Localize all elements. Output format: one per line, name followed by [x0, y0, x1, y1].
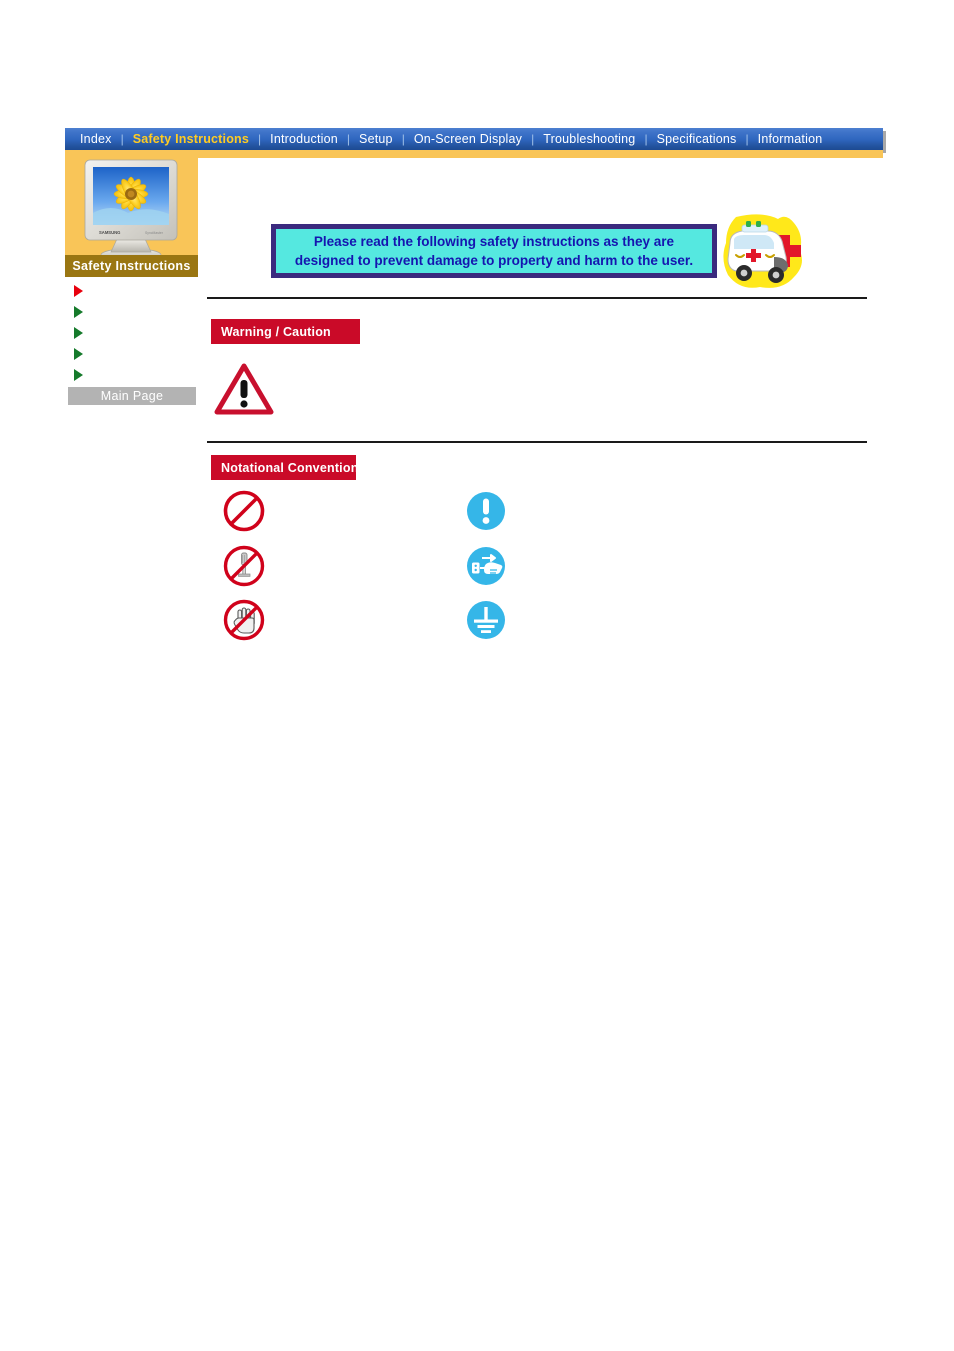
warning-caution-label: Warning / Caution [221, 324, 331, 339]
nav-item-safety-instructions[interactable]: Safety Instructions [124, 128, 258, 150]
main-page-button[interactable]: Main Page [68, 387, 196, 405]
triangle-bullet-icon [74, 327, 83, 339]
sidebar-link-1[interactable] [71, 281, 196, 301]
navigation-bar: Index | Safety Instructions | Introducti… [65, 128, 883, 150]
svg-text:SAMSUNG: SAMSUNG [99, 230, 120, 235]
triangle-bullet-icon [74, 306, 83, 318]
triangle-bullet-icon [74, 285, 83, 297]
do-not-touch-icon [223, 599, 265, 641]
svg-text:SyncMaster: SyncMaster [145, 231, 164, 235]
sidebar-link-4[interactable] [71, 344, 196, 364]
nav-item-specifications[interactable]: Specifications [648, 128, 746, 150]
sidebar-link-3[interactable] [71, 323, 196, 343]
nav-item-index[interactable]: Index [71, 128, 121, 150]
nav-item-introduction[interactable]: Introduction [261, 128, 347, 150]
sidebar-title: Safety Instructions [65, 255, 198, 277]
ground-earth-icon [467, 601, 505, 639]
warning-triangle-icon [214, 363, 274, 415]
sidebar-link-5[interactable] [71, 365, 196, 385]
section-divider [207, 297, 867, 299]
monitor-sunflower-icon: SAMSUNG SyncMaster [84, 159, 178, 261]
unplug-power-icon [467, 547, 505, 585]
caution-exclamation-icon [467, 492, 505, 530]
nav-item-setup[interactable]: Setup [350, 128, 402, 150]
ambulance-icon [723, 214, 802, 288]
sidebar-link-2[interactable] [71, 302, 196, 322]
nav-item-on-screen-display[interactable]: On-Screen Display [405, 128, 531, 150]
warning-caution-heading: Warning / Caution [211, 319, 360, 344]
section-divider [207, 441, 867, 443]
triangle-bullet-icon [74, 348, 83, 360]
triangle-bullet-icon [74, 369, 83, 381]
nav-item-troubleshooting[interactable]: Troubleshooting [534, 128, 644, 150]
safety-notice-banner: Please read the following safety instruc… [271, 224, 717, 278]
top-navigation: Index | Safety Instructions | Introducti… [65, 128, 888, 150]
no-disassembly-icon [223, 545, 265, 587]
prohibition-icon [223, 490, 265, 532]
notational-conventions-heading: Notational Conventions [211, 455, 365, 480]
nav-item-information[interactable]: Information [749, 128, 832, 150]
safety-notice-text: Please read the following safety instruc… [294, 234, 694, 268]
notational-conventions-label: Notational Conventions [221, 460, 366, 475]
content-rounded-corner [198, 158, 888, 188]
